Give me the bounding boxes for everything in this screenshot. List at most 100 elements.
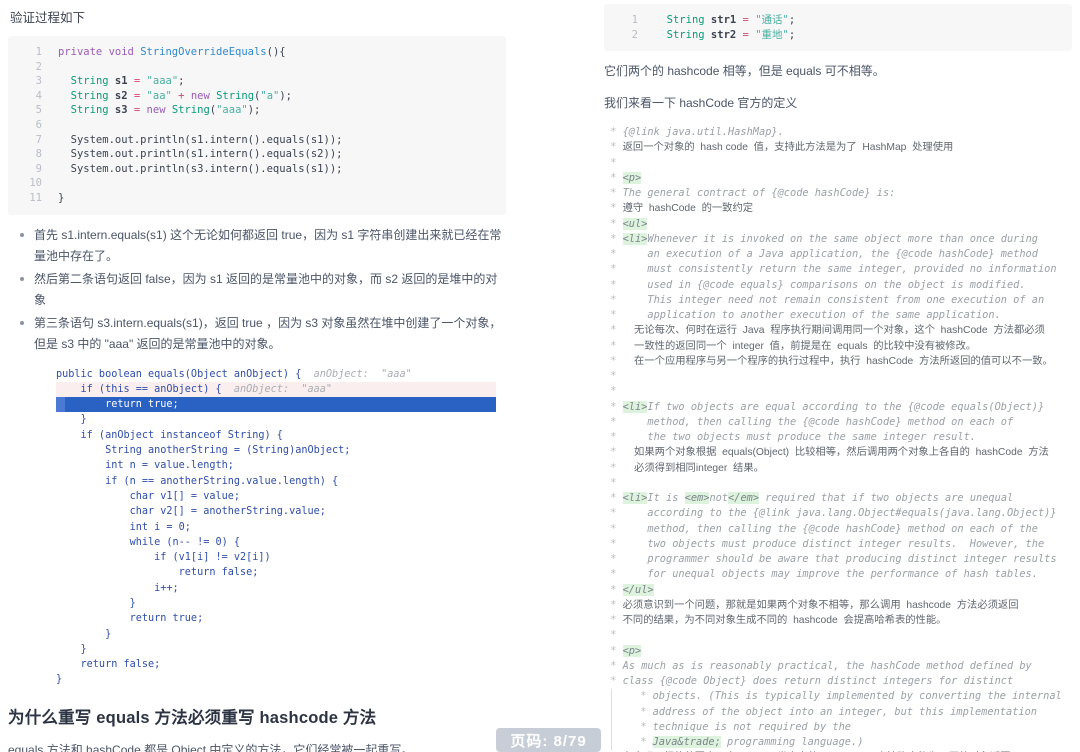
javadoc-asterisk: * (604, 187, 623, 199)
ide-line-text: String anotherString = (String)anObject; (56, 445, 350, 456)
list-item: 然后第二条语句返回 false，因为 s1 返回的是常量池中的对象，而 s2 返… (32, 269, 506, 311)
ide-javadoc-line: * for unequal objects may improve the pe… (604, 567, 1072, 582)
code-token: = (128, 90, 147, 102)
ide-screenshot-equals-method: public boolean equals(Object anObject) {… (56, 367, 496, 688)
code-token (58, 90, 71, 102)
ide-javadoc-line: * </ul> (604, 583, 1072, 598)
javadoc-line-text: method, then calling the {@code hashCode… (623, 416, 1014, 428)
javadoc-asterisk: * (604, 248, 623, 260)
code-line-number: 1 (604, 13, 638, 28)
ide-code-line: String anotherString = (String)anObject; (56, 443, 496, 458)
code-token: "a" (260, 90, 279, 102)
code-line-number: 11 (8, 191, 42, 206)
javadoc-asterisk: * (604, 568, 623, 580)
ide-code-line: return false; (56, 657, 496, 672)
list-item: 首先 s1.intern.equals(s1) 这个无论如何都返回 true，因… (32, 225, 506, 267)
ide-line-text: if (v1[i] != v2[i]) (56, 552, 271, 563)
code-line-number: 1 (8, 45, 42, 60)
code-token: StringOverrideEquals (140, 46, 266, 58)
code-token: ; (789, 14, 795, 26)
javadoc-line-text: <p> (623, 172, 642, 184)
ide-line-text: if (n == anotherString.value.length) { (56, 476, 338, 487)
code-line-number: 2 (604, 28, 638, 43)
code-token: System.out.println(s1.intern().equals(s1… (58, 134, 342, 146)
javadoc-html-tag: </ul> (623, 584, 654, 596)
javadoc-asterisk: * (604, 675, 623, 687)
ide-javadoc-line: * objects. (This is typically implemente… (611, 689, 1072, 704)
code-line-number: 9 (8, 162, 42, 177)
javadoc-line-text: 不同的结果，为不同对象生成不同的 hashcode 会提高哈希表的性能。 (623, 615, 947, 626)
ide-line-text: public boolean equals(Object anObject) { (56, 369, 301, 380)
ide-javadoc-line: * <li>If two objects are equal according… (604, 400, 1072, 415)
javadoc-line-text: 一致性的返回同一个 integer 值，前提是在 equals 的比较中没有被修… (623, 341, 977, 352)
ide-inline-debug-hint: anObject: "aaa" (301, 369, 411, 380)
javadoc-line-text: </ul> (623, 584, 654, 596)
code-token: str2 (711, 29, 736, 41)
javadoc-asterisk: * (604, 584, 623, 596)
javadoc-asterisk: * (604, 126, 623, 138)
ide-javadoc-line: * As much as is reasonably practical, th… (604, 659, 1072, 674)
ide-javadoc-line: * 一致性的返回同一个 integer 值，前提是在 equals 的比较中没有… (604, 339, 1072, 354)
javadoc-asterisk: * (604, 340, 623, 352)
ide-javadoc-line: * (604, 628, 1072, 643)
ide-javadoc-line: * (604, 476, 1072, 491)
ide-javadoc-line: * used in {@code equals} comparisons on … (604, 278, 1072, 293)
code-line: 10 (8, 176, 506, 191)
ide-line-text: if (this == anObject) { (56, 384, 222, 395)
ide-line-text: i++; (56, 583, 179, 594)
code-line: 8 System.out.println(s1.intern().equals(… (8, 147, 506, 162)
ide-code-line: if (this == anObject) { anObject: "aaa" (56, 382, 496, 397)
javadoc-line-text: 如果两个对象根据 equals(Object) 比较相等，然后调用两个对象上各自… (623, 447, 1049, 458)
javadoc-asterisk: * (604, 416, 623, 428)
javadoc-line-text: 必须意识到一个问题，那就是如果两个对象不相等，那么调用 hashcode 方法必… (623, 600, 1019, 611)
javadoc-asterisk: * (604, 660, 623, 672)
code-block-intern: 1private void StringOverrideEquals(){2 3… (8, 36, 506, 215)
list-item: 第三条语句 s3.intern.equals(s1)，返回 true ，因为 s… (32, 313, 506, 355)
ide-code-line: return true; (56, 611, 496, 626)
code-token (654, 14, 667, 26)
javadoc-line-text: 无论每次、何时在运行 Java 程序执行期间调用同一个对象，这个 hashCod… (623, 325, 1045, 336)
javadoc-line-text: address of the object into an integer, b… (653, 706, 1037, 718)
javadoc-asterisk: * (604, 263, 623, 275)
javadoc-asterisk: * (604, 477, 616, 489)
code-line: 1 String str1 = "通话"; (604, 13, 1072, 28)
javadoc-html-tag: <p> (623, 645, 642, 657)
ide-javadoc-line: * according to the {@link java.lang.Obje… (604, 506, 1072, 521)
ide-line-text: char v1[] = value; (56, 491, 240, 502)
ide-javadoc-line: * (604, 384, 1072, 399)
javadoc-html-tag: Java&trade; (653, 736, 721, 748)
javadoc-line-text: programmer should be aware that producin… (623, 553, 1057, 565)
javadoc-asterisk: * (604, 202, 623, 214)
javadoc-line-text: <li>Whenever it is invoked on the same o… (623, 233, 1038, 245)
ide-code-line: if (v1[i] != v2[i]) (56, 550, 496, 565)
ide-line-text: int i = 0; (56, 522, 191, 533)
code-token: String (71, 104, 115, 116)
javadoc-line-text: <ul> (623, 218, 648, 230)
code-token: ; (178, 75, 184, 87)
javadoc-line-text: This integer need not remain consistent … (623, 294, 1045, 306)
ide-code-line: char v1[] = value; (56, 489, 496, 504)
code-token: String (667, 14, 711, 26)
javadoc-line-text: The general contract of {@code hashCode}… (623, 187, 896, 199)
code-line-number: 5 (8, 103, 42, 118)
javadoc-line-text: the two objects must produce the same in… (623, 431, 976, 443)
ide-line-text: return true; (56, 399, 179, 410)
ide-javadoc-line: * <p> (604, 171, 1072, 186)
code-line: 2 (8, 60, 506, 75)
code-block-chinese-strings: 1 String str1 = "通话";2 String str2 = "重地… (604, 4, 1072, 51)
javadoc-asterisk: * (634, 736, 653, 748)
code-line-number: 7 (8, 133, 42, 148)
javadoc-asterisk: * (604, 279, 623, 291)
code-token: new (147, 104, 172, 116)
code-token (58, 104, 71, 116)
ide-line-text: while (n-- != 0) { (56, 537, 240, 548)
ide-javadoc-line: * Java&trade; programming language.) (611, 735, 1072, 750)
code-token: ); (279, 90, 292, 102)
ide-javadoc-line: * 必须意识到一个问题，那就是如果两个对象不相等，那么调用 hashcode 方… (604, 598, 1072, 613)
ide-javadoc-line: * 返回一个对象的 hash code 值，支持此方法是为了 HashMap 处… (604, 140, 1072, 155)
code-token: "aaa" (147, 75, 179, 87)
javadoc-line-text: application to another execution of the … (623, 309, 1001, 321)
ide-javadoc-line: * 无论每次、何时在运行 Java 程序执行期间调用同一个对象，这个 hashC… (604, 323, 1072, 338)
javadoc-html-tag: <ul> (623, 218, 648, 230)
javadoc-asterisk: * (634, 706, 653, 718)
